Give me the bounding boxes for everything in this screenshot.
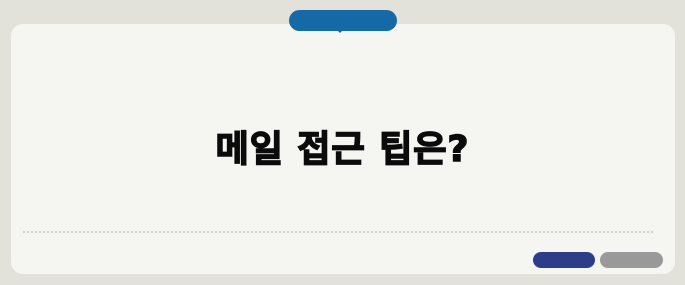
secondary-button[interactable]: [600, 252, 663, 268]
primary-button[interactable]: [533, 252, 595, 268]
top-tab-pill[interactable]: [289, 10, 397, 31]
top-tab-pointer: [336, 29, 344, 33]
question-headline: 메일 접근 팁은?: [215, 128, 470, 171]
stage: 메일 접근 팁은?: [0, 0, 685, 285]
dotted-divider: [23, 231, 653, 233]
